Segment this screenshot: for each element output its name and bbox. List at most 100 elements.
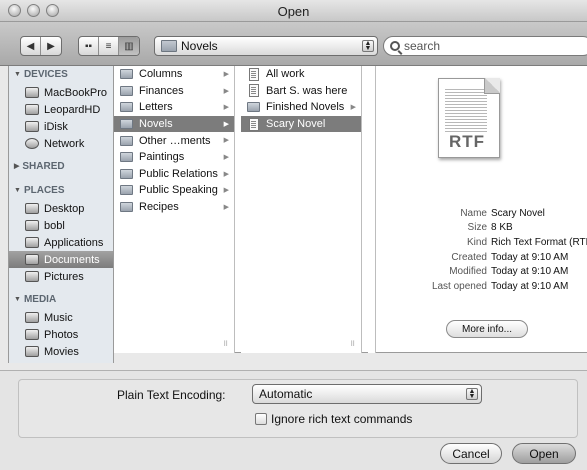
- music-icon: [25, 312, 39, 323]
- info-key: Last opened: [431, 280, 487, 292]
- info-key: Modified: [449, 266, 487, 278]
- disclosure-open-icon: ▼: [14, 187, 21, 194]
- info-last-opened: Today at 9:10 AM: [491, 280, 569, 292]
- info-key: Size: [467, 222, 487, 234]
- popup-arrows-icon: ▲ ▼: [362, 40, 374, 52]
- disclosure-closed-icon: ▶: [14, 163, 20, 170]
- network-globe-icon: [25, 138, 39, 149]
- sidebar-section-devices[interactable]: ▼ DEVICES: [9, 66, 113, 84]
- forward-arrow-icon[interactable]: ▶: [41, 37, 61, 55]
- disclosure-open-icon: ▼: [14, 296, 21, 303]
- info-name: Scary Novel: [491, 207, 545, 219]
- info-kind: Rich Text Format (RTF): [491, 236, 587, 248]
- location-popup[interactable]: Novels ▲ ▼: [154, 36, 378, 56]
- list-item[interactable]: Novels ▶: [114, 115, 234, 133]
- disclosure-open-icon: ▼: [14, 71, 21, 78]
- sidebar-item-leopardhd[interactable]: LeopardHD: [9, 101, 113, 118]
- column-resize-handle[interactable]: ॥: [223, 336, 228, 349]
- folder-icon: [120, 119, 133, 130]
- list-item[interactable]: Recipes ▶: [114, 199, 234, 216]
- list-item[interactable]: Finances ▶: [114, 83, 234, 100]
- sidebar-item-network[interactable]: Network: [9, 135, 113, 152]
- nav-buttons: ◀ ▶: [20, 36, 62, 56]
- sidebar-item-applications[interactable]: Applications: [9, 234, 113, 251]
- folder-icon: [247, 102, 260, 113]
- column-resize-handle[interactable]: ॥: [350, 336, 355, 349]
- list-item[interactable]: Paintings ▶: [114, 149, 234, 166]
- list-item[interactable]: Bart S. was here: [241, 83, 361, 100]
- sidebar-item-pictures[interactable]: Pictures: [9, 268, 113, 285]
- list-view-icon[interactable]: ≡: [99, 37, 119, 55]
- folder-icon: [120, 85, 133, 96]
- photos-icon: [25, 329, 39, 340]
- movies-icon: [25, 346, 39, 357]
- desktop-icon: [25, 203, 39, 214]
- search-field[interactable]: search: [383, 36, 587, 56]
- sidebar-section-shared[interactable]: ▶ SHARED: [9, 158, 113, 176]
- idisk-icon: [25, 121, 39, 132]
- ignore-rich-text-label: Ignore rich text commands: [271, 412, 413, 426]
- sidebar-item-movies[interactable]: Movies: [9, 343, 113, 360]
- checkbox-icon: [255, 413, 267, 425]
- folder-icon: [120, 168, 133, 179]
- file-info: Name Scary Novel Size 8 KB Kind Rich Text F…: [376, 206, 587, 294]
- sidebar-item-documents[interactable]: Documents: [9, 251, 113, 268]
- hard-drive-icon: [25, 104, 39, 115]
- sidebar-item-desktop[interactable]: Desktop: [9, 200, 113, 217]
- pictures-icon: [25, 271, 39, 282]
- document-icon: [249, 117, 259, 131]
- list-item[interactable]: Letters ▶: [114, 99, 234, 116]
- preview-pane: RTF Name Scary Novel Size 8 KB Kind Rich Te…: [376, 66, 587, 353]
- chevron-right-icon: ▶: [350, 104, 356, 112]
- list-item[interactable]: Finished Novels ▶: [241, 99, 361, 116]
- search-placeholder: search: [404, 39, 441, 53]
- column-spacer: [368, 66, 376, 353]
- location-label: Novels: [181, 39, 218, 53]
- list-item[interactable]: Other …ments ▶: [114, 132, 234, 149]
- info-created: Today at 9:10 AM: [491, 251, 569, 263]
- document-icon: [249, 84, 259, 98]
- folder-icon: [120, 102, 133, 113]
- applications-icon: [25, 237, 39, 248]
- sidebar-item-music[interactable]: Music: [9, 309, 113, 326]
- sidebar-item-bobl[interactable]: bobl: [9, 217, 113, 234]
- back-arrow-icon[interactable]: ◀: [21, 37, 41, 55]
- sidebar-section-places[interactable]: ▼ PLACES: [9, 182, 113, 200]
- folder-icon: [120, 69, 133, 80]
- column-view-icon[interactable]: ▥: [119, 37, 139, 55]
- chevron-right-icon: ▶: [223, 203, 229, 211]
- chevron-right-icon: ▶: [223, 153, 229, 161]
- window-title: Open: [277, 4, 310, 19]
- cancel-button[interactable]: Cancel: [440, 443, 502, 464]
- view-mode-buttons: ▪▪ ≡ ▥: [78, 36, 140, 56]
- column-novels: All work Bart S. was here Finished Novel…: [241, 66, 362, 353]
- more-info-button[interactable]: More info...: [446, 320, 528, 338]
- title-bar: Open: [0, 0, 587, 22]
- options-area: Plain Text Encoding: Automatic ▲ ▼ Ignore…: [0, 370, 587, 470]
- ignore-rich-text-checkbox[interactable]: Ignore rich text commands: [255, 412, 412, 426]
- computer-icon: [25, 87, 39, 98]
- open-button[interactable]: Open: [512, 443, 576, 464]
- chevron-right-icon: ▶: [223, 104, 229, 112]
- icon-view-icon[interactable]: ▪▪: [79, 37, 99, 55]
- chevron-right-icon: ▶: [223, 137, 229, 145]
- toolbar: ◀ ▶ ▪▪ ≡ ▥ Novels ▲ ▼ search: [0, 22, 587, 66]
- info-key: Created: [451, 251, 487, 263]
- sidebar-item-idisk[interactable]: iDisk: [9, 118, 113, 135]
- rtf-document-icon: RTF: [438, 78, 500, 158]
- list-item[interactable]: Public Relations ▶: [114, 166, 234, 183]
- list-item[interactable]: Scary Novel: [241, 115, 361, 133]
- sidebar-section-media[interactable]: ▼ MEDIA: [9, 291, 113, 309]
- sidebar-item-photos[interactable]: Photos: [9, 326, 113, 343]
- search-icon: [390, 41, 400, 51]
- open-dialog: Open ◀ ▶ ▪▪ ≡ ▥ Novels ▲ ▼ search ▼ DEVICE…: [0, 0, 587, 470]
- encoding-select[interactable]: Automatic ▲ ▼: [252, 384, 482, 404]
- info-key: Name: [460, 207, 487, 219]
- list-item[interactable]: All work: [241, 66, 361, 83]
- list-item[interactable]: Columns ▶: [114, 66, 234, 83]
- documents-icon: [25, 254, 39, 265]
- sidebar-item-macbookpro[interactable]: MacBookPro: [9, 84, 113, 101]
- list-item[interactable]: Public Speaking ▶: [114, 182, 234, 199]
- rtf-label: RTF: [449, 132, 486, 151]
- encoding-label: Plain Text Encoding:: [117, 388, 226, 402]
